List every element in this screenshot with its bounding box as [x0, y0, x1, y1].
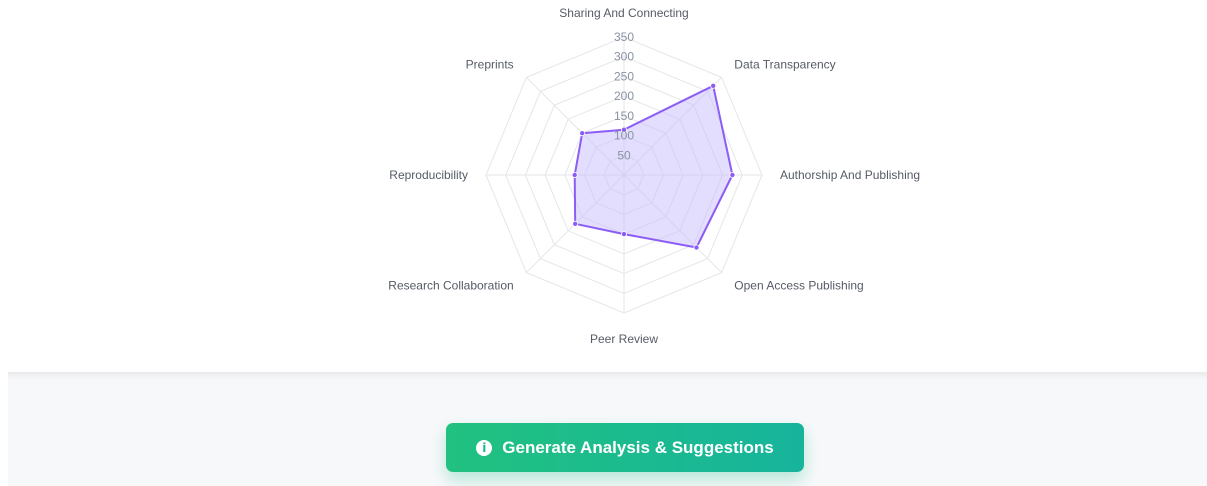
radar-tick-label: 100	[614, 129, 634, 143]
radar-point	[621, 231, 628, 238]
radar-axis-label: Authorship And Publishing	[780, 168, 920, 182]
radar-point	[579, 130, 586, 137]
radar-tick-label: 300	[614, 50, 634, 64]
radar-tick-label: 150	[614, 109, 634, 123]
radar-axis-label: Sharing And Connecting	[559, 6, 688, 20]
radar-point	[571, 171, 578, 178]
radar-tick-label: 200	[614, 89, 634, 103]
radar-axis-label: Research Collaboration	[388, 278, 513, 292]
radar-axis-label: Reproducibility	[389, 168, 468, 182]
radar-chart-card: 50 100 150 200 250 300 350 Sharing And Connecti…	[0, 0, 1207, 372]
page: 50 100 150 200 250 300 350 Sharing And Connecti…	[0, 0, 1207, 486]
radar-chart: 50 100 150 200 250 300 350 Sharing And Connecti…	[388, 6, 920, 346]
radar-tick-label: 350	[614, 30, 634, 44]
radar-axis-label: Data Transparency	[734, 58, 835, 72]
radar-tick-label: 50	[617, 148, 631, 162]
radar-point	[729, 171, 736, 178]
radar-point	[710, 82, 717, 89]
generate-analysis-label: Generate Analysis & Suggestions	[502, 437, 774, 457]
radar-axis-label: Preprints	[466, 58, 514, 72]
radar-tick-label: 250	[614, 69, 634, 83]
info-circle-icon: i	[476, 439, 493, 456]
radar-point	[572, 220, 579, 227]
action-panel: i Generate Analysis & Suggestions	[8, 372, 1207, 486]
radar-point	[693, 244, 700, 251]
radar-axis-label: Open Access Publishing	[734, 278, 863, 292]
generate-analysis-button[interactable]: i Generate Analysis & Suggestions	[446, 423, 804, 472]
radar-series-area	[573, 84, 734, 249]
radar-axis-label: Peer Review	[590, 332, 658, 346]
